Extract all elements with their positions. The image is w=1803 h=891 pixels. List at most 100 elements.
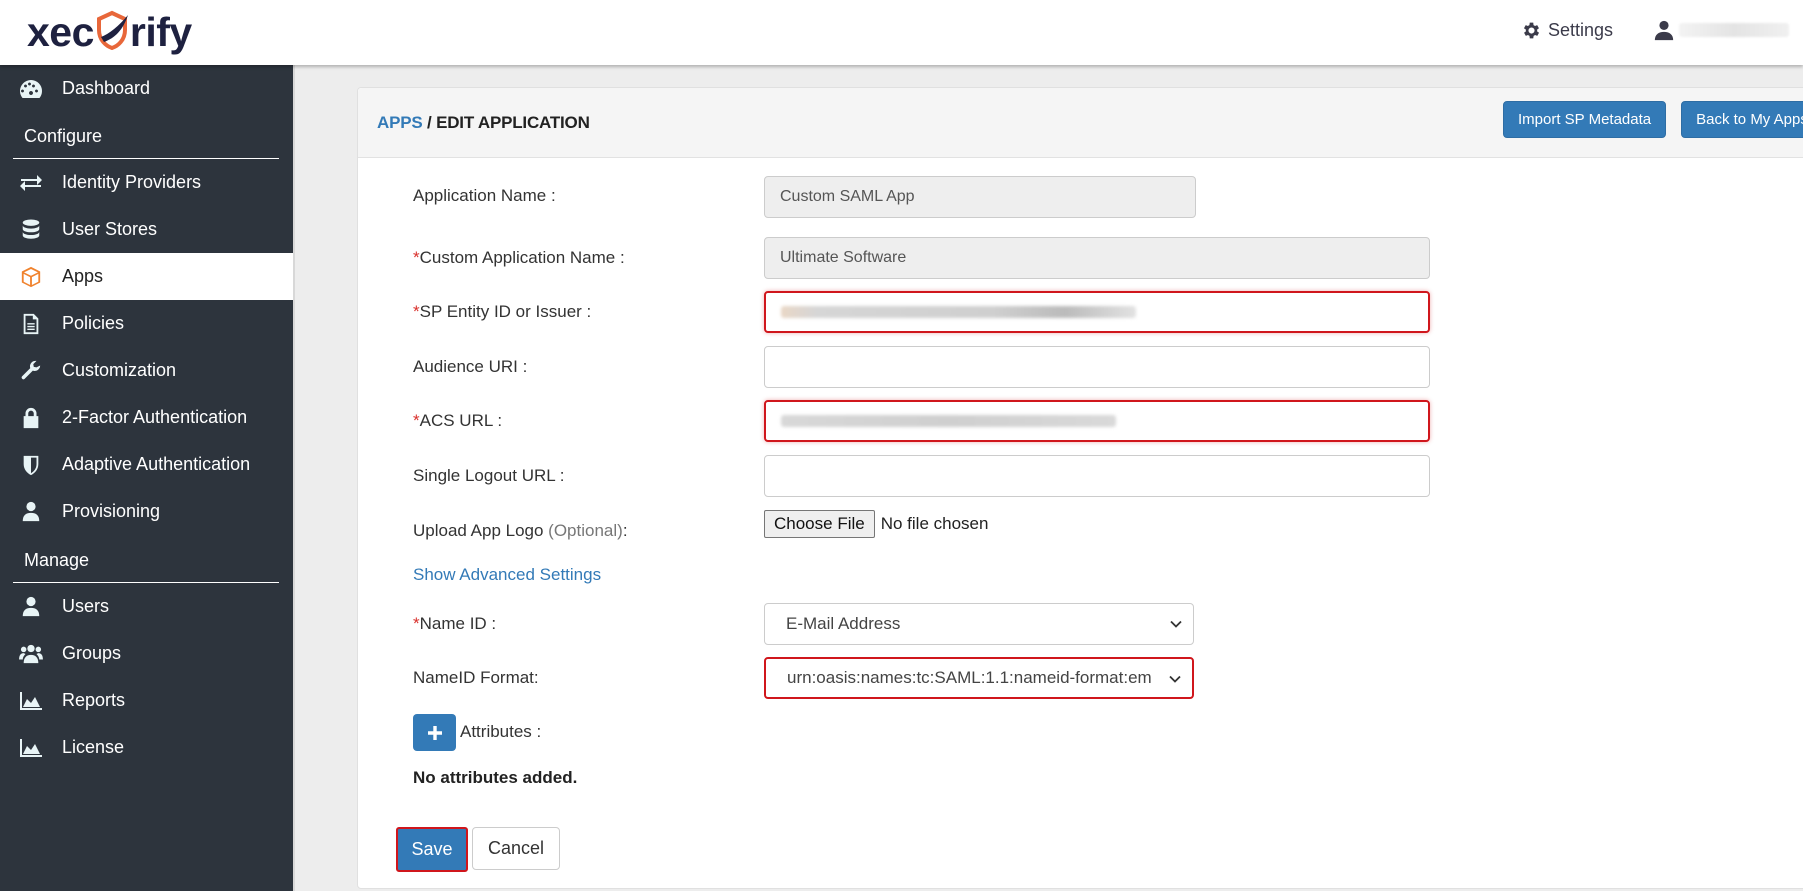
cancel-button[interactable]: Cancel <box>472 827 560 870</box>
cube-icon <box>18 265 44 289</box>
add-attribute-button[interactable] <box>413 714 456 751</box>
sidebar: Dashboard Configure Identity Providers U… <box>0 65 295 891</box>
area-chart-icon <box>18 689 44 713</box>
file-status: No file chosen <box>880 514 989 533</box>
custom-app-name-label: *Custom Application Name : <box>413 248 625 267</box>
user-icon <box>18 595 44 619</box>
required-mark: * <box>413 614 420 633</box>
sidebar-section-manage: Manage <box>0 535 293 583</box>
sidebar-item-apps[interactable]: Apps <box>0 253 293 300</box>
show-advanced-settings-link[interactable]: Show Advanced Settings <box>413 565 601 585</box>
single-logout-url-field[interactable] <box>764 455 1430 497</box>
sidebar-item-users[interactable]: Users <box>0 583 293 630</box>
gear-icon <box>1523 22 1539 38</box>
breadcrumb-current: EDIT APPLICATION <box>436 112 590 132</box>
user-menu[interactable] <box>1653 19 1803 41</box>
chevron-down-icon <box>1169 675 1181 683</box>
no-attributes-message: No attributes added. <box>413 768 578 787</box>
audience-uri-field[interactable] <box>764 346 1430 388</box>
attributes-label: Attributes : <box>460 722 542 741</box>
sidebar-item-2fa[interactable]: 2-Factor Authentication <box>0 394 293 441</box>
brand-text-pre: xec <box>27 8 94 55</box>
acs-url-field[interactable] <box>764 400 1430 442</box>
sidebar-item-label: Policies <box>62 313 125 333</box>
group-icon <box>18 642 44 666</box>
nameid-format-label: NameID Format: <box>413 668 539 687</box>
sidebar-item-label: Adaptive Authentication <box>62 454 251 474</box>
sidebar-item-user-stores[interactable]: User Stores <box>0 206 293 253</box>
sidebar-item-label: Users <box>62 596 110 616</box>
import-sp-metadata-button[interactable]: Import SP Metadata <box>1503 101 1667 138</box>
required-mark: * <box>413 248 420 267</box>
plus-icon <box>427 725 442 740</box>
user-icon <box>18 500 44 524</box>
section-label: Manage <box>24 550 90 570</box>
brand-text-post: rify <box>129 8 192 55</box>
chevron-down-icon <box>1170 620 1182 628</box>
sidebar-item-policies[interactable]: Policies <box>0 300 293 347</box>
area-chart-icon <box>18 736 44 760</box>
sidebar-item-reports[interactable]: Reports <box>0 677 293 724</box>
app-logo-file-input: Choose File No file chosen <box>764 510 988 538</box>
sidebar-item-license[interactable]: License <box>0 724 293 771</box>
wrench-icon <box>18 359 44 383</box>
sidebar-item-label: Dashboard <box>62 78 151 98</box>
name-id-label: *Name ID : <box>413 614 497 633</box>
sidebar-item-label: Identity Providers <box>62 172 202 192</box>
application-name-field[interactable]: Custom SAML App <box>764 176 1196 218</box>
breadcrumb-apps-link[interactable]: APPS <box>377 113 423 132</box>
dashboard-icon <box>18 77 44 101</box>
sidebar-item-label: Reports <box>62 690 126 710</box>
back-to-my-apps-button[interactable]: Back to My Apps <box>1681 101 1803 138</box>
save-button[interactable]: Save <box>396 827 468 872</box>
sidebar-item-provisioning[interactable]: Provisioning <box>0 488 293 535</box>
brand-logo[interactable]: xec rify <box>27 8 192 56</box>
sidebar-item-dashboard[interactable]: Dashboard <box>0 65 293 112</box>
breadcrumb-separator: / <box>422 112 437 132</box>
redacted-value <box>781 306 1136 318</box>
acs-url-label: *ACS URL : <box>413 411 503 430</box>
lock-icon <box>18 406 44 430</box>
exchange-icon <box>18 171 44 195</box>
sp-entity-id-field[interactable] <box>764 291 1430 333</box>
database-icon <box>18 218 44 242</box>
audience-uri-label: Audience URI : <box>413 357 528 376</box>
sidebar-item-label: User Stores <box>62 219 158 239</box>
document-icon <box>18 312 44 336</box>
application-name-value: Custom SAML App <box>780 188 915 205</box>
sidebar-item-label: Apps <box>62 266 104 286</box>
upload-app-logo-label: Upload App Logo (Optional): <box>413 521 628 540</box>
nameid-format-select[interactable]: urn:oasis:names:tc:SAML:1.1:nameid-forma… <box>764 657 1194 699</box>
user-name-redacted <box>1679 23 1789 37</box>
nameid-format-selected-value: urn:oasis:names:tc:SAML:1.1:nameid-forma… <box>787 668 1152 687</box>
single-logout-url-label: Single Logout URL : <box>413 466 565 485</box>
breadcrumb: APPS / EDIT APPLICATION <box>377 113 590 133</box>
sidebar-item-adaptive-authentication[interactable]: Adaptive Authentication <box>0 441 293 488</box>
redacted-value <box>781 415 1116 427</box>
sidebar-item-label: 2-Factor Authentication <box>62 407 248 427</box>
section-label: Configure <box>24 126 103 146</box>
required-mark: * <box>413 411 420 430</box>
sidebar-item-label: Customization <box>62 360 177 380</box>
settings-link[interactable]: Settings <box>1521 20 1613 41</box>
sidebar-section-configure: Configure <box>0 112 293 159</box>
sidebar-item-customization[interactable]: Customization <box>0 347 293 394</box>
user-icon <box>1654 20 1674 41</box>
name-id-select[interactable]: E-Mail Address <box>764 603 1194 645</box>
choose-file-button[interactable]: Choose File <box>764 510 875 538</box>
sidebar-item-label: Groups <box>62 643 122 663</box>
custom-app-name-field[interactable]: Ultimate Software <box>764 237 1430 279</box>
sidebar-item-label: Provisioning <box>62 501 161 521</box>
brand-shield-icon <box>95 10 129 51</box>
panel-header: APPS / EDIT APPLICATION Import SP Metada… <box>358 88 1803 158</box>
name-id-selected-value: E-Mail Address <box>786 614 901 633</box>
sp-entity-id-label: *SP Entity ID or Issuer : <box>413 302 592 321</box>
top-header: xec rify Settings <box>0 0 1803 65</box>
shield-icon <box>18 453 44 477</box>
application-name-label: Application Name : <box>413 186 556 205</box>
sidebar-item-groups[interactable]: Groups <box>0 630 293 677</box>
custom-app-name-value: Ultimate Software <box>780 249 907 266</box>
sidebar-item-identity-providers[interactable]: Identity Providers <box>0 159 293 206</box>
optional-hint: (Optional) <box>548 521 623 540</box>
sidebar-item-label: License <box>62 737 125 757</box>
